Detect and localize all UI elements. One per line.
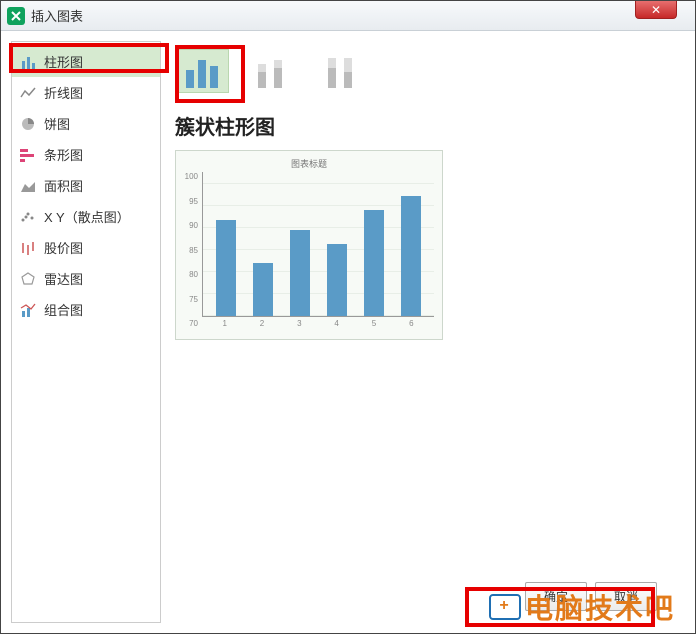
- bar-horizontal-icon: [20, 147, 36, 163]
- y-tick: 75: [184, 295, 198, 304]
- sidebar-item-column[interactable]: 柱形图: [12, 46, 160, 77]
- x-tick: 5: [372, 319, 376, 328]
- stock-icon: [20, 240, 36, 256]
- subtype-row: [175, 49, 673, 93]
- subtype-stacked100[interactable]: [315, 49, 369, 93]
- sidebar-item-combo[interactable]: 组合图: [12, 294, 160, 325]
- sidebar-item-label: 饼图: [44, 114, 152, 133]
- close-button[interactable]: ✕: [635, 1, 677, 19]
- sidebar-item-area[interactable]: 面积图: [12, 170, 160, 201]
- chart-type-sidebar: 柱形图 折线图 饼图 条形图 面积图: [11, 41, 161, 623]
- sidebar-item-stock[interactable]: 股价图: [12, 232, 160, 263]
- y-tick: 80: [184, 270, 198, 279]
- window-title: 插入图表: [31, 6, 83, 25]
- pie-icon: [20, 116, 36, 132]
- chart-bar: [253, 263, 273, 316]
- sidebar-item-label: 柱形图: [44, 52, 152, 71]
- sidebar-item-label: 折线图: [44, 83, 152, 102]
- watermark-logo-icon: [489, 594, 521, 620]
- sidebar-item-scatter[interactable]: X Y（散点图）: [12, 201, 160, 232]
- sidebar-item-label: 股价图: [44, 238, 152, 257]
- chart-bar: [327, 244, 347, 316]
- app-logo-icon: [7, 7, 25, 25]
- y-tick: 95: [184, 197, 198, 206]
- watermark: 电脑技术吧: [489, 587, 675, 627]
- sidebar-item-bar[interactable]: 条形图: [12, 139, 160, 170]
- sidebar-item-label: X Y（散点图）: [44, 207, 152, 226]
- x-tick: 3: [297, 319, 301, 328]
- chart-bar: [401, 196, 421, 316]
- sidebar-item-label: 雷达图: [44, 269, 152, 288]
- watermark-text: 电脑技术吧: [525, 587, 675, 627]
- x-tick: 4: [334, 319, 338, 328]
- y-axis: 100 95 90 85 80 75 70: [184, 172, 202, 328]
- sidebar-item-radar[interactable]: 雷达图: [12, 263, 160, 294]
- chart-bar: [290, 230, 310, 316]
- sidebar-item-label: 面积图: [44, 176, 152, 195]
- dialog-content: 柱形图 折线图 饼图 条形图 面积图: [1, 31, 695, 633]
- area-icon: [20, 178, 36, 194]
- combo-icon: [20, 302, 36, 318]
- sidebar-item-line[interactable]: 折线图: [12, 77, 160, 108]
- y-tick: 90: [184, 221, 198, 230]
- scatter-icon: [20, 209, 36, 225]
- chart-bar: [364, 210, 384, 316]
- y-tick: 85: [184, 246, 198, 255]
- sidebar-item-label: 条形图: [44, 145, 152, 164]
- sidebar-item-label: 组合图: [44, 300, 152, 319]
- line-icon: [20, 85, 36, 101]
- x-tick: 1: [222, 319, 226, 328]
- chart-preview: 图表标题 100 95 90 85 80 75 70 1 2 3 4 5 6: [175, 150, 443, 340]
- chart-bar: [216, 220, 236, 316]
- bar-vertical-icon: [20, 54, 36, 70]
- y-tick: 70: [184, 319, 198, 328]
- x-tick: 2: [260, 319, 264, 328]
- chart-preview-title: 图表标题: [184, 157, 434, 170]
- subtype-stacked[interactable]: [245, 49, 299, 93]
- close-icon: ✕: [651, 3, 661, 17]
- radar-icon: [20, 271, 36, 287]
- sidebar-item-pie[interactable]: 饼图: [12, 108, 160, 139]
- x-axis: 1 2 3 4 5 6: [202, 317, 434, 328]
- titlebar: 插入图表 ✕: [1, 1, 695, 31]
- y-tick: 100: [184, 172, 198, 181]
- main-panel: 簇状柱形图 图表标题 100959085807570 123456 确定 取消: [161, 41, 685, 623]
- subtype-clustered[interactable]: [175, 49, 229, 93]
- x-tick: 6: [409, 319, 413, 328]
- selection-title: 簇状柱形图: [175, 111, 673, 140]
- chart-plot: [202, 172, 434, 317]
